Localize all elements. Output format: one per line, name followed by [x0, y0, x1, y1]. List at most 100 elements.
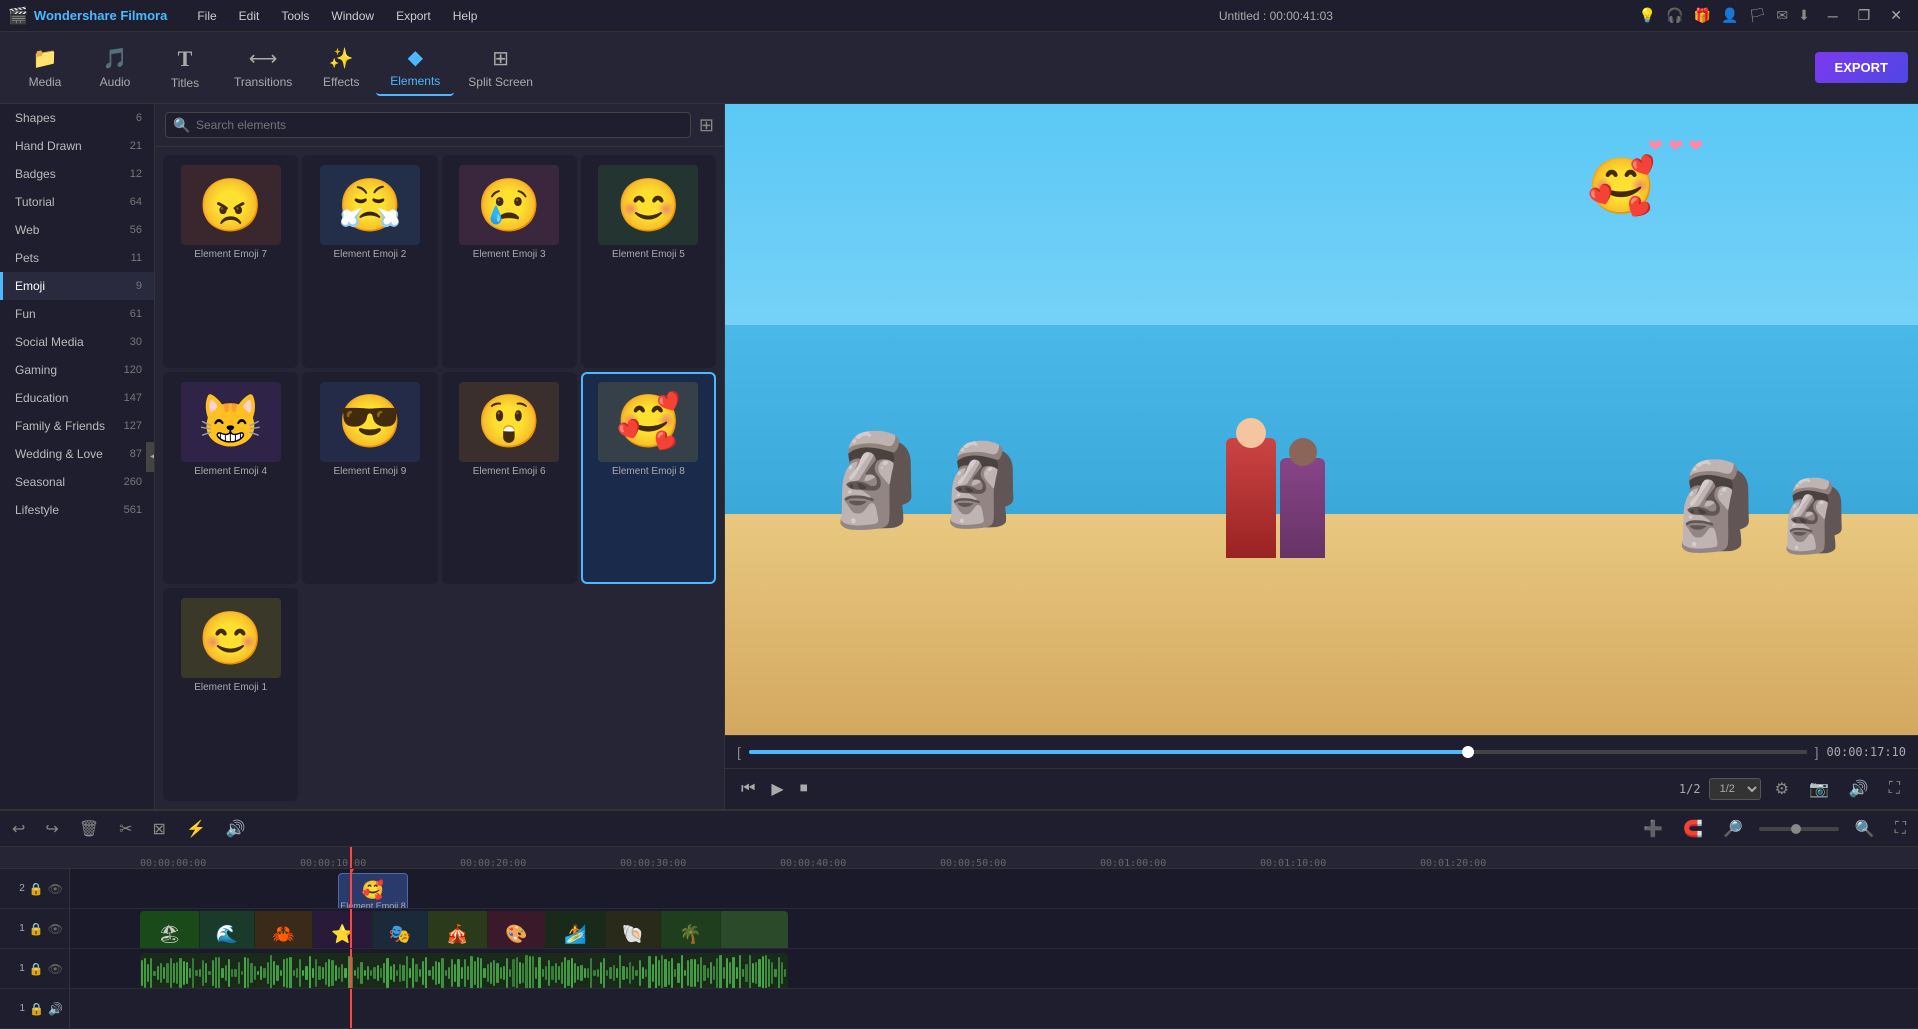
ruler-mark-5: 00:00:50:00	[940, 858, 1006, 869]
redo-button[interactable]: ↪	[41, 815, 62, 843]
sidebar-item-seasonal[interactable]: Seasonal260	[0, 468, 154, 496]
element-card-emoji5[interactable]: 😊 Element Emoji 5	[581, 155, 716, 368]
thumb3: 🦀	[255, 911, 313, 948]
sidebar-item-fun[interactable]: Fun61	[0, 300, 154, 328]
main-area: Shapes6Hand Drawn21Badges12Tutorial64Web…	[0, 104, 1918, 809]
sidebar-label-seasonal: Seasonal	[15, 475, 65, 489]
export-button[interactable]: EXPORT	[1815, 52, 1908, 83]
element-card-emoji4[interactable]: 😸 Element Emoji 4	[163, 372, 298, 585]
element-card-emoji1[interactable]: 😊 Element Emoji 1	[163, 588, 298, 801]
element-card-emoji9[interactable]: 😎 Element Emoji 9	[302, 372, 437, 585]
zoom-out-button[interactable]: 🔎	[1719, 815, 1747, 843]
sidebar-collapse-button[interactable]: ◀	[146, 442, 155, 472]
fullscreen-timeline-button[interactable]: ⛶	[1891, 816, 1910, 842]
toolbar-effects[interactable]: ✨ Effects	[306, 40, 376, 95]
emoji-emoji6: 😲	[477, 391, 542, 452]
snapshot-icon[interactable]: 📷	[1803, 775, 1835, 803]
track2-lock[interactable]: 🔒	[29, 922, 44, 936]
resolution-select[interactable]: 1/2 1/4 Full	[1709, 778, 1761, 800]
sidebar-item-family_friends[interactable]: Family & Friends127	[0, 412, 154, 440]
video-clip[interactable]: 🏖 🌊 🦀 ⭐ 🎭 🎪 🎨 🏄 🐚 🌴	[140, 911, 788, 948]
crop-button[interactable]: ⊠	[149, 815, 170, 843]
toolbar-media[interactable]: 📁 Media	[10, 40, 80, 95]
audio-clip-button[interactable]: 🔊	[222, 815, 250, 843]
zoom-in-button[interactable]: 🔍	[1851, 815, 1879, 843]
stop-button[interactable]: ⏹	[796, 776, 812, 802]
menu-file[interactable]: File	[187, 5, 226, 27]
search-input[interactable]	[165, 112, 691, 138]
split-button[interactable]: ✂	[115, 815, 136, 843]
track2-eye[interactable]: 👁	[48, 922, 63, 936]
track1-lock[interactable]: 🔒	[29, 882, 44, 896]
menu-edit[interactable]: Edit	[229, 5, 270, 27]
menu-help[interactable]: Help	[443, 5, 488, 27]
menu-export[interactable]: Export	[386, 5, 441, 27]
headphone-icon[interactable]: 🎧	[1666, 7, 1683, 24]
toolbar-splitscreen[interactable]: ⊞ Split Screen	[454, 40, 547, 95]
menu-tools[interactable]: Tools	[271, 5, 319, 27]
sidebar-item-web[interactable]: Web56	[0, 216, 154, 244]
sidebar-item-wedding_love[interactable]: Wedding & Love87	[0, 440, 154, 468]
delete-clip-button[interactable]: 🗑	[75, 815, 103, 843]
sidebar-item-emoji[interactable]: Emoji9	[0, 272, 154, 300]
progress-thumb[interactable]	[1462, 746, 1474, 758]
download-icon[interactable]: ⬇	[1798, 7, 1810, 24]
bracket-right[interactable]: ]	[1815, 744, 1819, 760]
lightbulb-icon[interactable]: 💡	[1639, 7, 1656, 24]
sidebar-item-badges[interactable]: Badges12	[0, 160, 154, 188]
toolbar-elements[interactable]: ◆ Elements	[376, 39, 454, 96]
restore-button[interactable]: ❐	[1850, 5, 1879, 26]
element-card-emoji3[interactable]: 😢 Element Emoji 3	[442, 155, 577, 368]
gift-icon[interactable]: 🎁	[1694, 7, 1711, 24]
emoji-preview-emoji5: 😊	[598, 165, 698, 245]
zoom-slider-thumb[interactable]	[1791, 824, 1801, 834]
emoji-clip[interactable]: 🥰 Element Emoji 8	[338, 873, 408, 908]
sidebar-item-shapes[interactable]: Shapes6	[0, 104, 154, 132]
flag-icon[interactable]: 🏳	[1749, 7, 1767, 24]
minimize-button[interactable]: ─	[1820, 5, 1846, 26]
bracket-left[interactable]: [	[737, 744, 741, 760]
sidebar-item-social_media[interactable]: Social Media30	[0, 328, 154, 356]
track4-lock[interactable]: 🔒	[29, 1002, 44, 1016]
progress-bar[interactable]	[749, 750, 1807, 754]
sidebar-item-gaming[interactable]: Gaming120	[0, 356, 154, 384]
track4-speaker[interactable]: 🔊	[48, 1002, 63, 1016]
sidebar-item-tutorial[interactable]: Tutorial64	[0, 188, 154, 216]
waveform-bar	[357, 967, 359, 979]
sidebar-label-fun: Fun	[15, 307, 36, 321]
menu-window[interactable]: Window	[321, 5, 384, 27]
track3-eye[interactable]: 👁	[48, 962, 63, 976]
toolbar-audio[interactable]: 🎵 Audio	[80, 40, 150, 95]
settings-icon[interactable]: ⚙	[1769, 775, 1795, 803]
toolbar-transitions[interactable]: ⟷ Transitions	[220, 40, 306, 95]
sidebar-item-education[interactable]: Education147	[0, 384, 154, 412]
waveform-bar	[555, 963, 557, 983]
undo-button[interactable]: ↩	[8, 815, 29, 843]
element-name-emoji3: Element Emoji 3	[473, 249, 546, 260]
element-card-emoji8[interactable]: 🥰 Element Emoji 8	[581, 372, 716, 585]
element-card-emoji7[interactable]: 😠 Element Emoji 7	[163, 155, 298, 368]
pip-icon[interactable]: 🔊	[1843, 775, 1875, 803]
speed-button[interactable]: ⚡	[182, 815, 210, 843]
sidebar-item-pets[interactable]: Pets11	[0, 244, 154, 272]
waveform-bar	[545, 966, 547, 980]
close-button[interactable]: ✕	[1882, 5, 1910, 26]
sidebar-item-lifestyle[interactable]: Lifestyle561	[0, 496, 154, 524]
element-card-emoji6[interactable]: 😲 Element Emoji 6	[442, 372, 577, 585]
sidebar-item-hand_drawn[interactable]: Hand Drawn21	[0, 132, 154, 160]
grid-toggle-button[interactable]: ⊞	[699, 115, 714, 136]
toolbar-titles[interactable]: T Titles	[150, 40, 220, 96]
magnet-button[interactable]: 🧲	[1679, 815, 1707, 843]
user-icon[interactable]: 👤	[1721, 7, 1738, 24]
titles-label: Titles	[171, 76, 199, 90]
mail-icon[interactable]: ✉	[1776, 7, 1788, 24]
waveform-bar	[470, 956, 472, 988]
track3-lock[interactable]: 🔒	[29, 962, 44, 976]
waveform-bar	[215, 957, 217, 988]
element-card-emoji2[interactable]: 😤 Element Emoji 2	[302, 155, 437, 368]
track1-eye[interactable]: 👁	[48, 882, 63, 896]
prev-frame-button[interactable]: ⏮	[737, 776, 759, 802]
play-button[interactable]: ▶	[767, 775, 787, 803]
add-track-button[interactable]: ➕	[1639, 815, 1667, 843]
fullscreen-icon[interactable]: ⛶	[1883, 776, 1906, 802]
